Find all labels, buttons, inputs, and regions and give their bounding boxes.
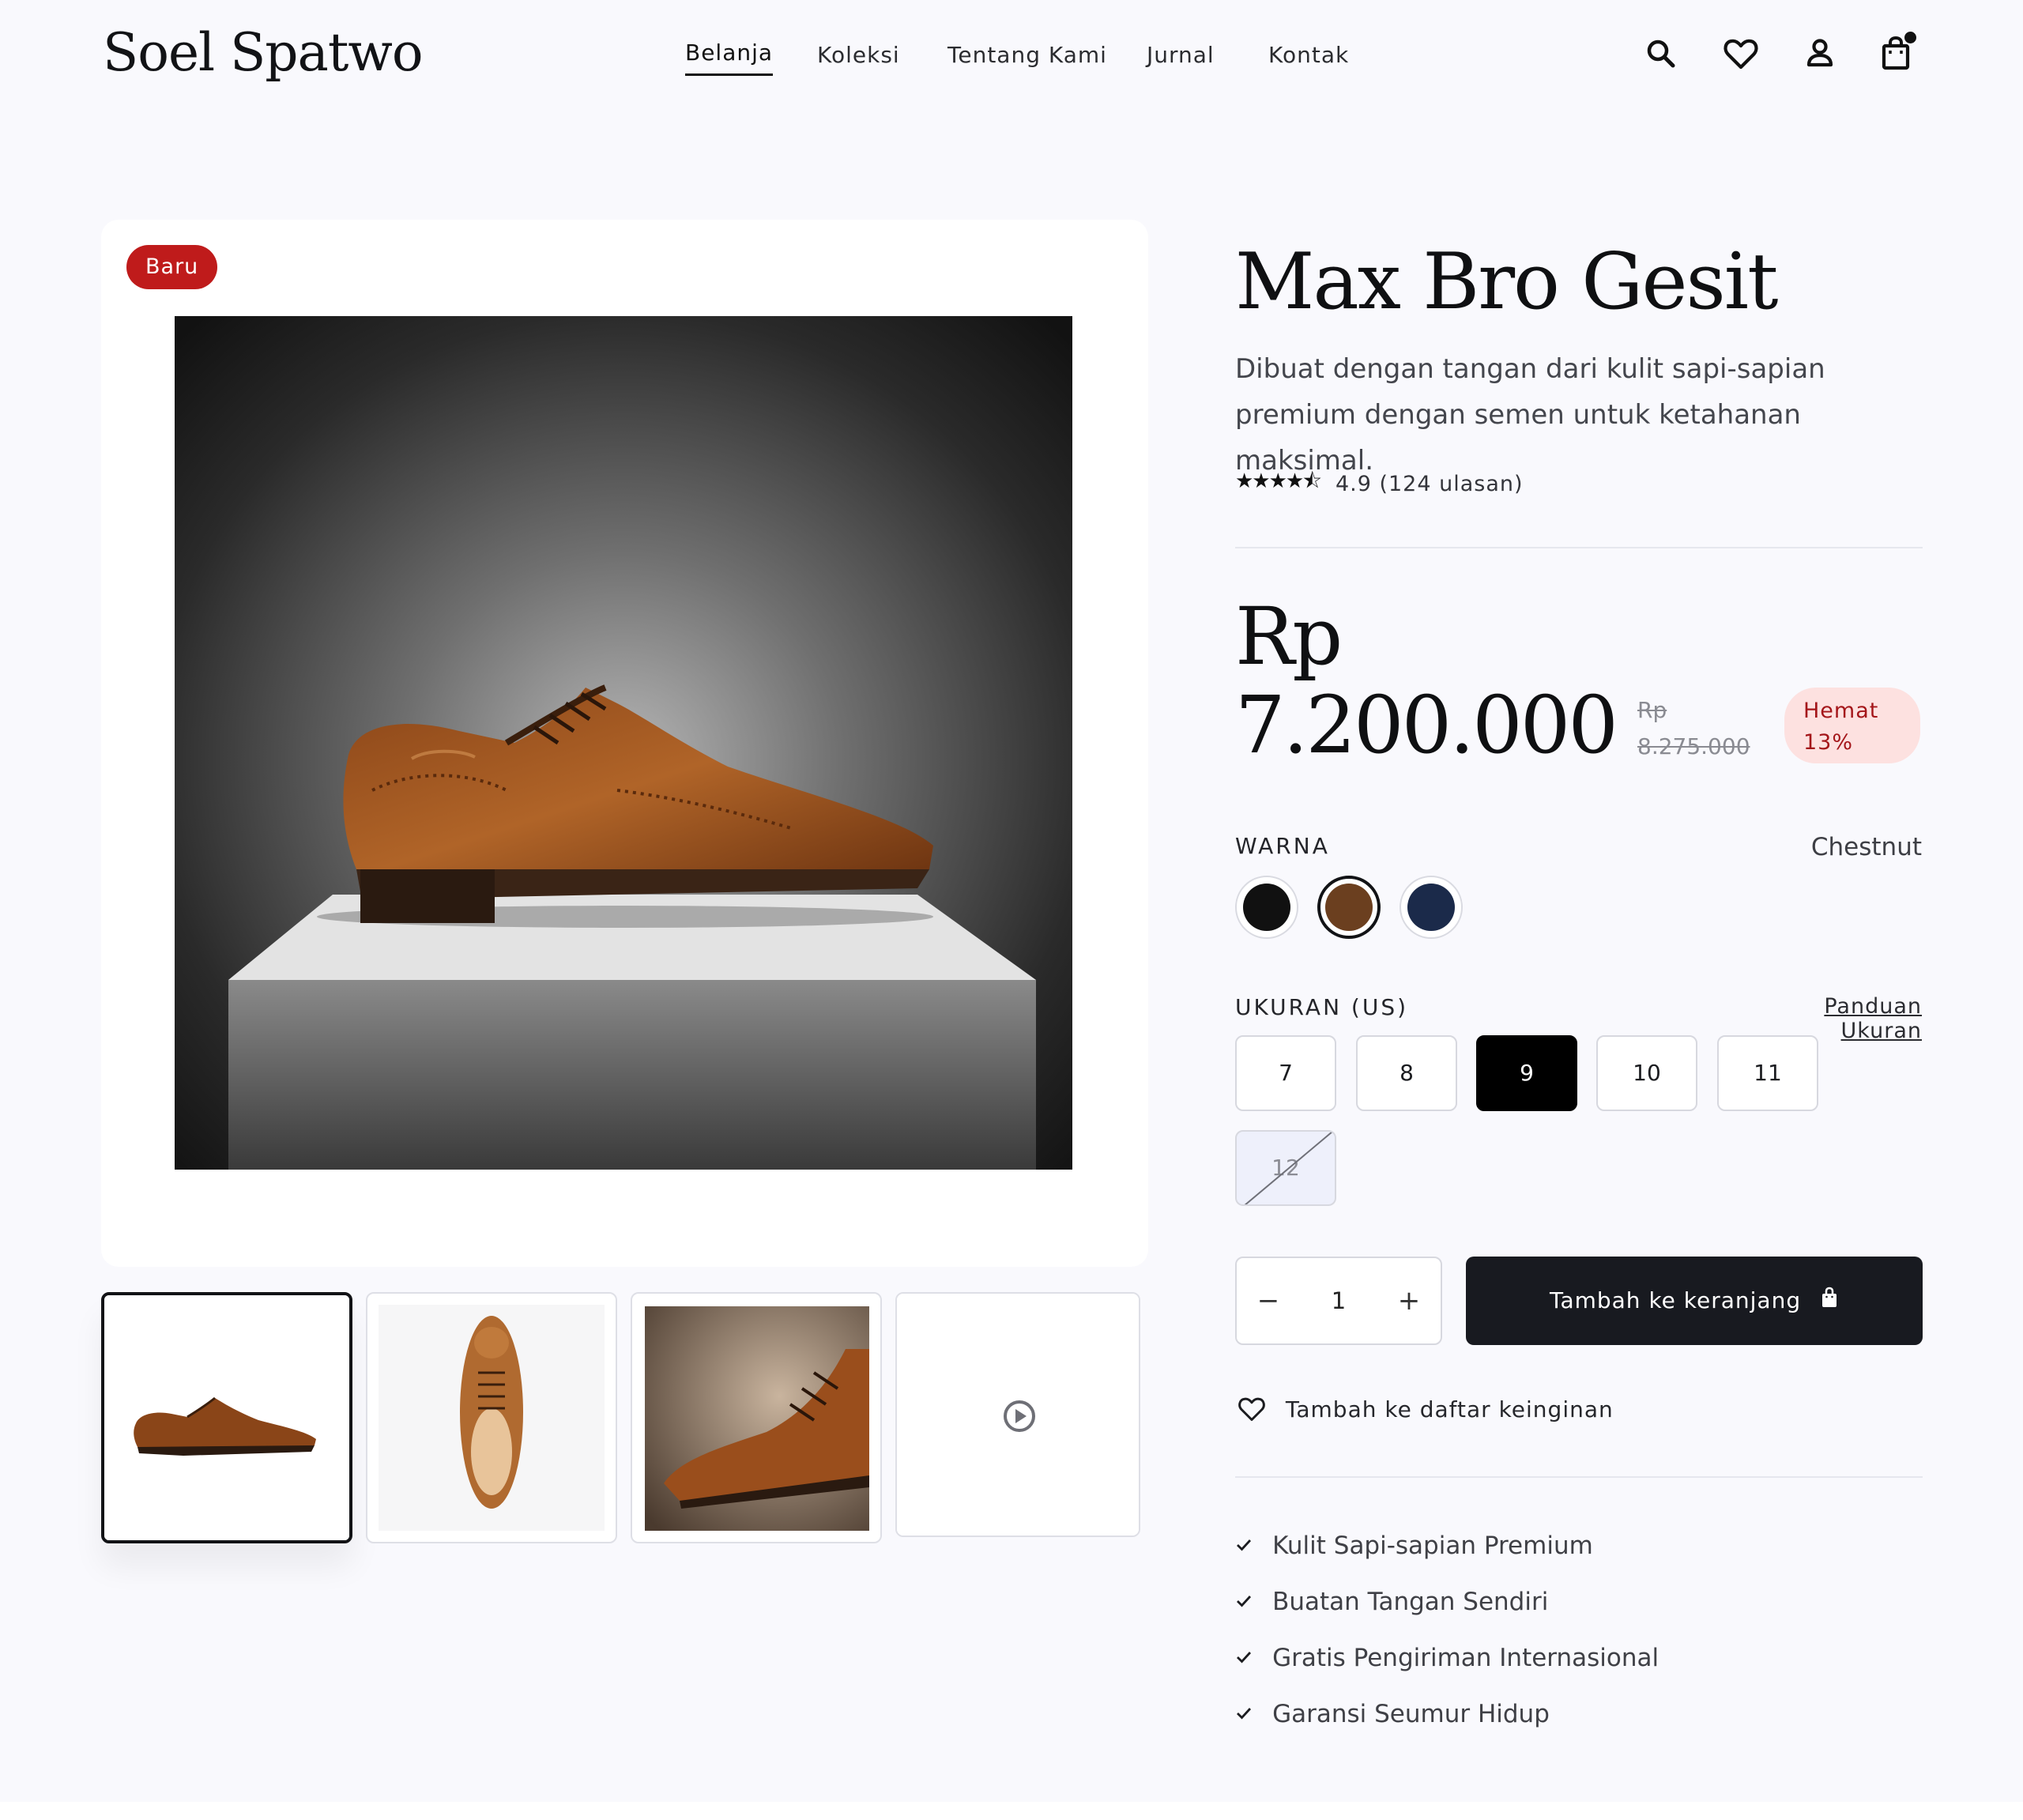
color-label: WARNA: [1235, 833, 1330, 859]
shopping-bag-icon: [1820, 1257, 1839, 1346]
current-price: Rp 7.200.000: [1235, 590, 1618, 771]
search-icon[interactable]: [1639, 32, 1683, 76]
size-option-8[interactable]: 8: [1356, 1035, 1457, 1111]
quantity-stepper: − 1 +: [1235, 1257, 1442, 1345]
feature-text: Gratis Pengiriman Internasional: [1272, 1644, 1659, 1672]
heart-outline-icon: [1235, 1395, 1276, 1421]
new-badge: Baru: [126, 245, 218, 289]
feature-item: Garansi Seumur Hidup: [1235, 1700, 1550, 1735]
rating-stars-icon: ★★★★⯪: [1235, 469, 1322, 493]
thumbnail-top-view[interactable]: [366, 1292, 617, 1543]
original-price: Rp 8.275.000: [1637, 697, 1750, 759]
selected-color-name: Chestnut: [1810, 833, 1922, 861]
quantity-decrease-button[interactable]: −: [1237, 1258, 1300, 1343]
unavailable-slash: [1241, 1132, 1335, 1204]
feature-item: Gratis Pengiriman Internasional: [1235, 1644, 1659, 1679]
nav-item-kontak[interactable]: Kontak: [1268, 42, 1349, 68]
size-option-9[interactable]: 9: [1476, 1035, 1577, 1111]
size-option-12-unavailable: 12: [1235, 1130, 1336, 1206]
nav-item-koleksi[interactable]: Koleksi: [817, 42, 900, 68]
product-title: Max Bro Gesit: [1235, 237, 1779, 327]
check-icon: [1235, 1700, 1253, 1728]
size-option-10[interactable]: 10: [1596, 1035, 1697, 1111]
add-to-cart-button[interactable]: Tambah ke keranjang: [1466, 1257, 1923, 1345]
feature-text: Buatan Tangan Sendiri: [1272, 1588, 1549, 1616]
quantity-value[interactable]: 1: [1300, 1258, 1377, 1343]
product-description: Dibuat dengan tangan dari kulit sapi-sap…: [1235, 353, 1825, 477]
feature-item: Kulit Sapi-sapian Premium: [1235, 1532, 1593, 1566]
feature-text: Kulit Sapi-sapian Premium: [1272, 1532, 1593, 1560]
size-option-7[interactable]: 7: [1235, 1035, 1336, 1111]
color-swatch-chestnut[interactable]: [1317, 876, 1381, 939]
user-icon[interactable]: [1798, 32, 1842, 76]
thumbnail-side-view[interactable]: [101, 1292, 352, 1543]
color-swatch-black[interactable]: [1235, 876, 1298, 939]
cart-indicator-dot: [1904, 32, 1916, 43]
product-image-card: Baru: [101, 220, 1148, 1267]
shopping-bag-icon[interactable]: [1874, 32, 1918, 76]
wishlist-label: Tambah ke daftar keinginan: [1285, 1396, 1614, 1422]
heart-icon[interactable]: [1719, 32, 1763, 76]
size-option-11[interactable]: 11: [1717, 1035, 1818, 1111]
product-main-image[interactable]: [175, 316, 1072, 1170]
thumbnail-video[interactable]: [895, 1292, 1140, 1537]
quantity-increase-button[interactable]: +: [1377, 1258, 1441, 1343]
product-rating[interactable]: ★★★★⯪ 4.9 (124 ulasan): [1235, 466, 1524, 498]
divider: [1235, 1476, 1923, 1478]
feature-text: Garansi Seumur Hidup: [1272, 1700, 1550, 1728]
product-page: Soel Spatwo Belanja Koleksi Tentang Kami…: [0, 0, 2023, 1820]
rating-text: 4.9 (124 ulasan): [1335, 471, 1524, 496]
brand-logo[interactable]: Soel Spatwo: [103, 22, 424, 83]
check-icon: [1235, 1644, 1253, 1672]
check-icon: [1235, 1588, 1253, 1616]
nav-item-tentang-kami[interactable]: Tentang Kami: [947, 42, 1107, 68]
nav-item-jurnal[interactable]: Jurnal: [1147, 42, 1215, 68]
divider: [1235, 547, 1923, 548]
add-to-wishlist-link[interactable]: Tambah ke daftar keinginan: [1235, 1392, 1614, 1430]
main-area: Soel Spatwo Belanja Koleksi Tentang Kami…: [0, 0, 2023, 1802]
nav-item-belanja[interactable]: Belanja: [685, 40, 774, 76]
color-swatch-navy[interactable]: [1400, 876, 1463, 939]
size-label: UKURAN (US): [1235, 994, 1409, 1020]
add-to-cart-label: Tambah ke keranjang: [1549, 1287, 1802, 1313]
thumbnail-close-up[interactable]: [631, 1292, 882, 1543]
check-icon: [1235, 1532, 1253, 1560]
discount-badge: Hemat 13%: [1784, 688, 1920, 763]
feature-item: Buatan Tangan Sendiri: [1235, 1588, 1548, 1622]
